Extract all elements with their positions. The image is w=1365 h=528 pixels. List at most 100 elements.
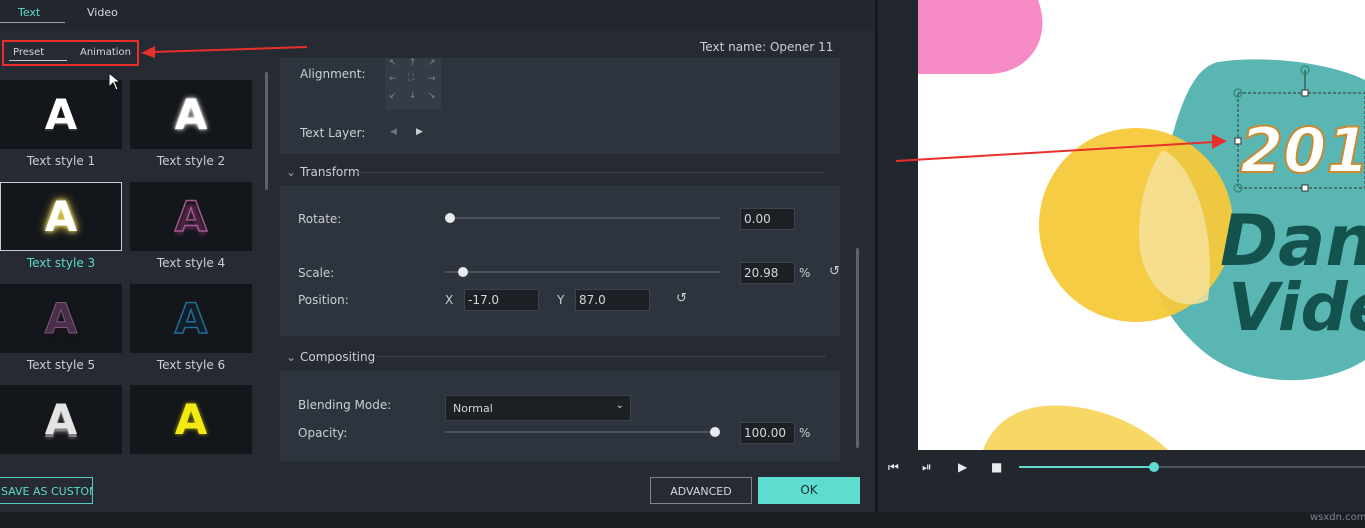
alignment-grid[interactable]: ↖ ↑ ↗ ← ⛶ → ↙ ↓ ↘ xyxy=(385,58,441,110)
preset-item[interactable]: A xyxy=(130,385,252,454)
align-right-icon[interactable]: → xyxy=(428,74,436,84)
preset-thumbnail: A xyxy=(130,80,252,149)
scale-input[interactable]: 20.98 xyxy=(740,262,795,284)
align-top-left-icon[interactable]: ↖ xyxy=(389,58,397,68)
status-strip xyxy=(0,512,1365,528)
preset-grid: A Text style 1 A Text style 2 A Text sty… xyxy=(0,80,260,454)
preview-artwork: 2019 Dan Vide xyxy=(918,0,1365,450)
preset-label: Text style 5 xyxy=(26,358,96,372)
annotation-arrow-right xyxy=(895,134,1227,162)
preview-canvas[interactable]: 2019 Dan Vide xyxy=(918,0,1365,450)
position-y-label: Y xyxy=(557,293,565,307)
preset-item[interactable]: A Text style 5 xyxy=(0,284,122,372)
align-bottom-icon[interactable]: ↓ xyxy=(409,91,417,101)
preset-thumbnail: A xyxy=(0,284,122,353)
preset-thumbnail: A xyxy=(0,80,122,149)
preset-item[interactable]: A Text style 6 xyxy=(130,284,252,372)
preset-label: Text style 1 xyxy=(26,154,96,168)
ok-button[interactable]: OK xyxy=(758,477,860,504)
text-name-label: Text name: Opener 11 xyxy=(700,40,834,54)
preset-label: Text style 2 xyxy=(156,154,226,168)
text-layer-next-icon[interactable]: ▶ xyxy=(416,127,423,137)
preset-thumbnail: A xyxy=(130,182,252,251)
play-icon[interactable]: ▶ xyxy=(958,460,967,474)
resize-handle[interactable] xyxy=(1301,89,1309,97)
scale-label: Scale: xyxy=(298,266,335,280)
align-top-icon[interactable]: ↑ xyxy=(409,58,417,68)
watermark: wsxdn.com xyxy=(1310,512,1365,523)
preset-thumbnail: A xyxy=(0,385,122,454)
transform-header[interactable]: ⌄ Transform xyxy=(286,165,360,179)
chevron-down-icon: ⌄ xyxy=(286,350,297,364)
pink-blob xyxy=(918,0,1043,74)
position-label: Position: xyxy=(298,293,349,307)
position-y-input[interactable]: 87.0 xyxy=(575,289,650,311)
align-bottom-left-icon[interactable]: ↙ xyxy=(389,91,397,101)
properties-panel: Alignment: ↖ ↑ ↗ ← ⛶ → ↙ ↓ ↘ Text Layer:… xyxy=(280,58,840,461)
stop-icon[interactable]: ■ xyxy=(991,460,1002,474)
prev-frame-icon[interactable]: ⏮ xyxy=(888,460,899,475)
subtab-preset-underline xyxy=(9,60,67,61)
compositing-header[interactable]: ⌄ Compositing xyxy=(286,350,375,364)
chevron-down-icon: ⌄ xyxy=(615,400,624,411)
playback-progress xyxy=(1019,466,1154,468)
text-editor-panel: Text Video Preset Animation Text name: O… xyxy=(0,0,875,528)
transform-header-label: Transform xyxy=(300,165,360,179)
preview-line3-text: Vide xyxy=(1228,269,1365,346)
preset-thumbnail: A xyxy=(0,182,122,251)
rotate-input[interactable]: 0.00 xyxy=(740,208,795,230)
tab-video[interactable]: Video xyxy=(87,6,118,19)
opacity-slider[interactable] xyxy=(445,431,720,433)
preset-item[interactable]: A Text style 2 xyxy=(130,80,252,168)
align-center-icon[interactable]: ⛶ xyxy=(408,73,414,83)
text-layer-label: Text Layer: xyxy=(300,126,366,140)
scale-reset-icon[interactable]: ↺ xyxy=(829,264,840,279)
mouse-cursor-icon xyxy=(108,72,122,91)
advanced-button[interactable]: ADVANCED xyxy=(650,477,752,504)
preset-item[interactable]: A Text style 4 xyxy=(130,182,252,270)
subtab-highlight-box: Preset Animation xyxy=(2,40,139,66)
blending-mode-select[interactable]: Normal ⌄ xyxy=(445,395,631,421)
chevron-down-icon: ⌄ xyxy=(286,165,297,179)
annotation-arrow-left xyxy=(141,46,308,58)
compositing-divider xyxy=(376,356,826,357)
save-as-custom-button[interactable]: SAVE AS CUSTOM xyxy=(0,477,93,504)
preview-title-text: 2019 xyxy=(1240,114,1365,187)
opacity-slider-knob[interactable] xyxy=(710,427,720,437)
rotate-slider[interactable] xyxy=(445,217,720,219)
rotate-label: Rotate: xyxy=(298,212,342,226)
align-bottom-right-icon[interactable]: ↘ xyxy=(428,91,436,101)
subtab-preset[interactable]: Preset xyxy=(13,47,44,58)
preset-item[interactable]: A Text style 1 xyxy=(0,80,122,168)
preset-label: Text style 4 xyxy=(156,256,226,270)
opacity-input[interactable]: 100.00 xyxy=(740,422,795,444)
subtab-animation[interactable]: Animation xyxy=(80,47,131,58)
top-tab-bar: Text Video xyxy=(0,0,875,30)
position-x-label: X xyxy=(445,293,454,307)
tab-text[interactable]: Text xyxy=(18,6,40,19)
alignment-label: Alignment: xyxy=(300,67,366,81)
transform-divider xyxy=(355,172,825,173)
preset-item-selected[interactable]: A Text style 3 xyxy=(0,182,122,270)
preset-scrollbar[interactable] xyxy=(265,72,268,190)
scale-unit: % xyxy=(799,266,811,280)
preset-item[interactable]: A xyxy=(0,385,122,454)
opacity-unit: % xyxy=(799,426,811,440)
yellow-bottom-circle xyxy=(983,405,1168,450)
preset-label: Text style 6 xyxy=(156,358,226,372)
preset-label: Text style 3 xyxy=(26,256,96,270)
properties-scrollbar[interactable] xyxy=(856,248,859,448)
preset-thumbnail: A xyxy=(130,385,252,454)
align-left-icon[interactable]: ← xyxy=(389,74,397,84)
position-x-input[interactable]: -17.0 xyxy=(464,289,539,311)
rotate-slider-knob[interactable] xyxy=(445,213,455,223)
opacity-label: Opacity: xyxy=(298,426,348,440)
player-controls: ⏮ ⏯ ▶ ■ xyxy=(878,450,1365,512)
playback-scrubber[interactable] xyxy=(1148,462,1159,472)
scale-slider[interactable] xyxy=(445,271,720,273)
blending-mode-label: Blending Mode: xyxy=(298,398,392,412)
position-reset-icon[interactable]: ↺ xyxy=(676,291,687,306)
step-forward-icon[interactable]: ⏯ xyxy=(922,460,932,475)
text-layer-prev-icon[interactable]: ◀ xyxy=(390,127,397,137)
align-top-right-icon[interactable]: ↗ xyxy=(428,58,436,68)
